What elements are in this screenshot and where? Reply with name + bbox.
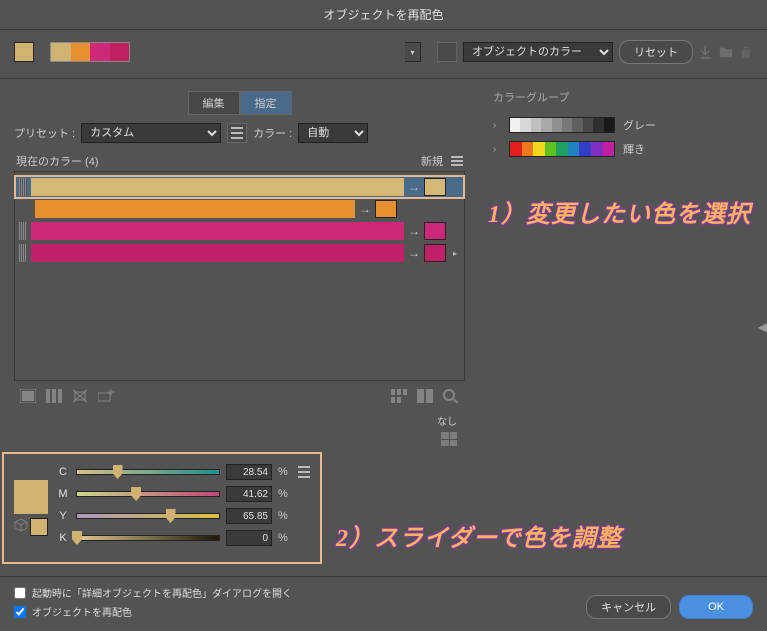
group-preview: [509, 141, 615, 157]
open-on-launch-checkbox[interactable]: 起動時に「詳細オブジェクトを再配色」ダイアログを開く: [14, 585, 292, 600]
dialog-title: オブジェクトを再配色: [0, 0, 767, 30]
preset-label: プリセット :: [14, 125, 75, 141]
map-arrow-icon: →: [408, 224, 420, 238]
color-row-3[interactable]: → ▸: [15, 242, 464, 264]
group-label: 輝き: [623, 141, 645, 157]
source-bar[interactable]: [31, 178, 404, 196]
reset-button[interactable]: リセット: [619, 40, 693, 64]
col3-icon[interactable]: [46, 389, 62, 403]
map-arrow-icon: →: [359, 202, 371, 216]
annotation-1: 1）変更したい色を選択: [488, 194, 751, 229]
chevron-right-icon: ›: [493, 120, 501, 131]
target-swatch[interactable]: [424, 178, 446, 196]
none-label: なし: [14, 411, 465, 430]
list-toolbar: [14, 381, 465, 411]
target-swatch[interactable]: [424, 244, 446, 262]
color-count-dropdown[interactable]: 自動: [298, 123, 368, 143]
current-colors-label: 現在のカラー (4): [16, 153, 99, 169]
value-input-Y[interactable]: [226, 508, 272, 524]
slider-C[interactable]: [76, 469, 220, 475]
channel-label: C: [56, 466, 70, 478]
row-menu[interactable]: ▸: [450, 249, 460, 258]
source-bar[interactable]: [35, 200, 355, 218]
group-label: グレー: [623, 117, 656, 133]
source-bar[interactable]: [31, 244, 404, 262]
map-arrow-icon: →: [408, 246, 420, 260]
preview-swatch[interactable]: [14, 480, 48, 514]
folder-icon[interactable]: [719, 45, 733, 59]
active-color-swatch[interactable]: [14, 42, 34, 62]
map-arrow-icon: →: [408, 180, 420, 194]
col1-icon[interactable]: [20, 389, 36, 403]
new-swatch-label[interactable]: 新規: [421, 153, 443, 169]
color-list: → → →: [14, 171, 465, 381]
color-source-dropdown[interactable]: オブジェクトのカラー: [463, 42, 613, 62]
palette-strip[interactable]: [50, 42, 130, 62]
collapse-icon[interactable]: ◀: [758, 320, 767, 334]
percent-label: %: [278, 532, 290, 544]
preset-dropdown[interactable]: カスタム: [81, 123, 221, 143]
percent-label: %: [278, 488, 290, 500]
percent-label: %: [278, 466, 290, 478]
channel-label: Y: [56, 510, 70, 522]
color-row-1[interactable]: →: [15, 198, 464, 220]
color-row-0[interactable]: →: [15, 176, 464, 198]
color-group-item[interactable]: › 輝き: [493, 137, 749, 161]
chevron-right-icon: ›: [493, 144, 501, 155]
color-row-2[interactable]: →: [15, 220, 464, 242]
color-groups-header: カラーグループ: [493, 89, 749, 105]
find-icon[interactable]: [391, 389, 407, 403]
ok-button[interactable]: OK: [679, 595, 753, 619]
tab-assign[interactable]: 指定: [240, 91, 292, 115]
mini-swatch[interactable]: [30, 518, 48, 536]
color-group-item[interactable]: › グレー: [493, 113, 749, 137]
swatch-grid-icon[interactable]: [441, 432, 457, 446]
tab-edit[interactable]: 編集: [188, 91, 240, 115]
value-input-C[interactable]: [226, 464, 272, 480]
target-swatch[interactable]: [424, 222, 446, 240]
value-input-K[interactable]: [226, 530, 272, 546]
separate-icon[interactable]: [417, 389, 433, 403]
color-count-label: カラー :: [253, 125, 292, 141]
recolor-checkbox[interactable]: オブジェクトを再配色: [14, 604, 292, 619]
topbar: ▾ オブジェクトのカラー リセット: [0, 30, 767, 79]
slider-K[interactable]: [76, 535, 220, 541]
group-preview: [509, 117, 615, 133]
target-swatch[interactable]: [375, 200, 397, 218]
annotation-2: 2）スライダーで色を調整: [336, 518, 622, 553]
preset-options-btn[interactable]: [227, 123, 247, 143]
download-icon[interactable]: [699, 45, 713, 59]
value-input-M[interactable]: [226, 486, 272, 502]
slider-panel: C % M % Y % K %: [2, 452, 322, 564]
channel-label: K: [56, 532, 70, 544]
slider-Y[interactable]: [76, 513, 220, 519]
exclude-icon[interactable]: [72, 389, 88, 403]
channel-label: M: [56, 488, 70, 500]
color-picker-btn[interactable]: [437, 42, 457, 62]
slider-M[interactable]: [76, 491, 220, 497]
row-handle[interactable]: [19, 244, 27, 262]
trash-icon[interactable]: [739, 45, 753, 59]
source-bar[interactable]: [31, 222, 404, 240]
row-handle[interactable]: [19, 222, 27, 240]
list-options-icon[interactable]: [451, 156, 463, 166]
cube-icon[interactable]: [14, 518, 28, 532]
row-handle[interactable]: [19, 178, 27, 196]
cancel-button[interactable]: キャンセル: [586, 595, 671, 619]
percent-label: %: [278, 510, 290, 522]
locate-icon[interactable]: [443, 389, 459, 403]
new-row-icon[interactable]: [98, 389, 114, 403]
palette-dropdown[interactable]: ▾: [405, 42, 421, 62]
tab-bar: 編集指定: [14, 91, 465, 115]
slider-options-icon[interactable]: [298, 466, 310, 478]
